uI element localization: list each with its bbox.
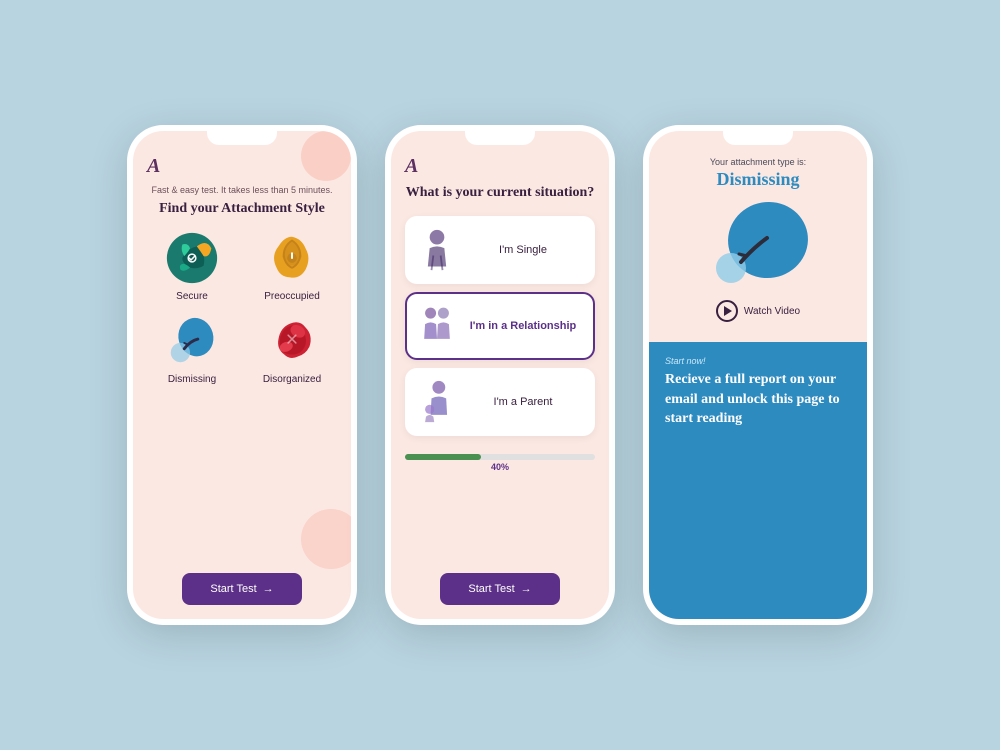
start-test-button-1[interactable]: Start Test → <box>182 573 301 605</box>
progress-bar-bg <box>405 454 595 460</box>
watch-video-button[interactable]: Watch Video <box>716 300 800 322</box>
progress-container: 40% <box>405 454 595 472</box>
single-person-icon <box>419 228 455 272</box>
attachment-disorganized: Disorganized <box>247 312 337 385</box>
attachment-grid: Secure Preoccupied <box>147 229 337 385</box>
situation-parent[interactable]: I'm a Parent <box>405 368 595 436</box>
play-triangle <box>724 306 732 316</box>
preoccupied-label: Preoccupied <box>264 291 320 302</box>
start-now-label: Start now! <box>665 356 851 366</box>
phone-2-notch <box>465 131 535 145</box>
attachment-type-value: Dismissing <box>716 169 799 190</box>
attachment-preoccupied: Preoccupied <box>247 229 337 302</box>
situation-relationship[interactable]: I'm in a Relationship <box>405 292 595 360</box>
dismissing-large-icon <box>703 200 813 290</box>
phone-3-content: Your attachment type is: Dismissing <box>649 145 867 619</box>
relationship-icon <box>419 304 455 348</box>
attachment-type-prefix: Your attachment type is: <box>710 157 806 167</box>
tagline: Fast & easy test. It takes less than 5 m… <box>151 184 332 197</box>
dismissing-label: Dismissing <box>168 374 216 385</box>
start-test-label-1: Start Test <box>210 583 256 595</box>
phone-3: Your attachment type is: Dismissing <box>643 125 873 625</box>
report-text: Recieve a full report on your email and … <box>665 370 851 429</box>
secure-icon <box>163 229 221 287</box>
secure-label: Secure <box>176 291 208 302</box>
phones-container: A Fast & easy test. It takes less than 5… <box>127 125 873 625</box>
phone-3-screen: Your attachment type is: Dismissing <box>649 131 867 619</box>
phone-1-screen: A Fast & easy test. It takes less than 5… <box>133 131 351 619</box>
phone-2-screen: A What is your current situation? I'm Si… <box>391 131 609 619</box>
single-label: I'm Single <box>465 244 581 256</box>
dismissing-small-icon <box>163 312 221 370</box>
watch-video-label: Watch Video <box>744 306 800 317</box>
parent-label: I'm a Parent <box>465 396 581 408</box>
relationship-label: I'm in a Relationship <box>465 320 581 332</box>
attachment-dismissing: Dismissing <box>147 312 237 385</box>
disorganized-icon <box>263 312 321 370</box>
play-icon <box>716 300 738 322</box>
phone-2-content: A What is your current situation? I'm Si… <box>391 145 609 619</box>
start-test-label-2: Start Test <box>468 583 514 595</box>
logo: A <box>147 155 160 178</box>
start-arrow-1: → <box>263 583 274 595</box>
progress-label: 40% <box>405 462 595 472</box>
disorganized-label: Disorganized <box>263 374 321 385</box>
situation-single[interactable]: I'm Single <box>405 216 595 284</box>
blob-top-right <box>301 131 351 181</box>
phone-1: A Fast & easy test. It takes less than 5… <box>127 125 357 625</box>
logo-2: A <box>405 155 418 178</box>
phone-2: A What is your current situation? I'm Si… <box>385 125 615 625</box>
phone-1-notch <box>207 131 277 145</box>
phone-3-top: Your attachment type is: Dismissing <box>649 145 867 342</box>
phone-3-bottom: Start now! Recieve a full report on your… <box>649 342 867 619</box>
preoccupied-icon <box>263 229 321 287</box>
attachment-secure: Secure <box>147 229 237 302</box>
start-arrow-2: → <box>521 583 532 595</box>
main-title: Find your Attachment Style <box>159 201 325 217</box>
parent-icon <box>419 380 455 424</box>
situation-title: What is your current situation? <box>406 184 595 202</box>
dismissing-visual <box>703 200 813 290</box>
phone-3-notch <box>723 131 793 145</box>
start-test-button-2[interactable]: Start Test → <box>440 573 559 605</box>
progress-bar-fill <box>405 454 481 460</box>
